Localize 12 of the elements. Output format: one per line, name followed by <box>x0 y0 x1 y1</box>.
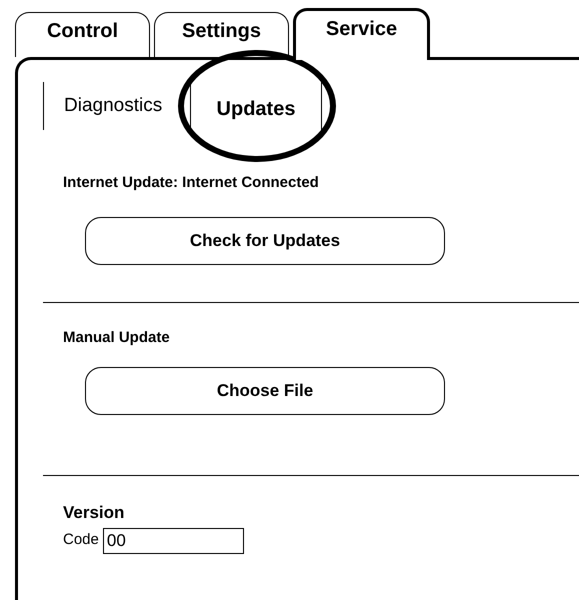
tab[interactable]: Control <box>15 12 150 57</box>
field-label: Code <box>63 530 99 550</box>
action-button[interactable]: Choose File <box>85 367 445 415</box>
subtab[interactable]: Diagnostics <box>43 82 190 130</box>
subtab[interactable]: Updates <box>190 82 322 130</box>
section-title: Manual Update <box>63 328 171 348</box>
section-title: Internet Update: Internet Connected <box>63 173 320 193</box>
code-input[interactable]: 00 <box>102 528 244 554</box>
tab[interactable]: Service <box>293 8 430 60</box>
action-button[interactable]: Check for Updates <box>85 216 445 264</box>
section-title: Version <box>63 502 126 524</box>
tab[interactable]: Settings <box>154 12 289 57</box>
